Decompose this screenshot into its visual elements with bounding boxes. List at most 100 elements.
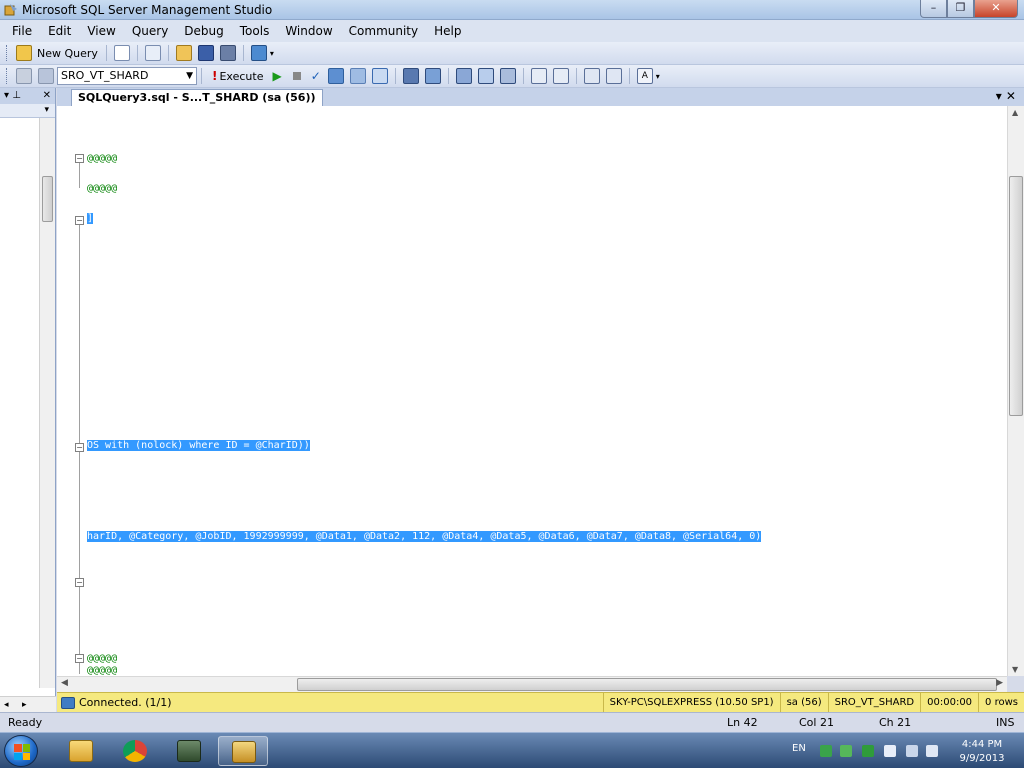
restore-button[interactable]: ❐ [947,0,974,18]
menu-help[interactable]: Help [426,20,469,42]
scrollbar-thumb[interactable] [42,176,53,222]
editor-horizontal-scrollbar[interactable]: ◀ ▶ [57,676,1007,692]
editor-vertical-scrollbar[interactable]: ▲ ▼ [1007,106,1024,676]
folder-icon [69,740,93,762]
status-ready: Ready [8,716,43,729]
specify-template-values-icon[interactable]: A [636,68,653,84]
menu-file[interactable]: File [4,20,40,42]
close-document-icon[interactable]: ▾ ✕ [996,89,1016,103]
close-icon[interactable]: ✕ [43,88,51,104]
results-to-text-icon[interactable] [455,68,472,84]
connect-icon[interactable] [16,68,32,84]
stop-icon[interactable] [292,72,301,80]
new-query-button[interactable]: New Query [37,47,98,60]
fold-collapse-icon[interactable]: − [75,443,84,452]
new-file-icon[interactable] [113,45,130,61]
menu-window[interactable]: Window [277,20,340,42]
connection-status: Connected. (1/1) [79,696,172,709]
current-database: SRO_VT_SHARD [827,693,920,712]
status-column: Col 21 [799,716,834,729]
decrease-indent-icon[interactable] [583,68,600,84]
chevron-down-icon[interactable]: ▾ [44,105,49,115]
uncomment-icon[interactable] [552,68,569,84]
menu-view[interactable]: View [79,20,123,42]
fold-collapse-icon[interactable]: − [75,216,84,225]
security-tray-icon[interactable] [840,745,852,757]
save-icon[interactable] [197,45,214,61]
taskbar-ssms[interactable] [218,736,268,766]
results-file-icon[interactable] [499,68,516,84]
results-to-file-icon[interactable] [371,68,388,84]
volume-icon[interactable] [926,745,938,757]
database-select[interactable]: SRO_VT_SHARD ▼ [57,67,197,85]
close-button[interactable]: ✕ [974,0,1018,18]
parse-check-icon[interactable]: ✓ [311,69,321,83]
fold-collapse-icon[interactable]: − [75,654,84,663]
arrow-down-icon[interactable]: ▼ [1012,665,1018,674]
arrow-left-icon[interactable]: ◂ [4,700,9,710]
query-designer-icon[interactable] [349,68,366,84]
pin-icon[interactable]: ▾ ⊥ [4,90,21,101]
code-line: @@@@@ [87,183,118,194]
flag-tray-icon[interactable] [884,745,896,757]
taskbar-media[interactable] [164,736,214,766]
increase-indent-icon[interactable] [605,68,622,84]
execute-button[interactable]: Execute [219,70,263,83]
fold-collapse-icon[interactable]: − [75,578,84,587]
code-line: @@@@@ [87,665,118,676]
comment-icon[interactable] [530,68,547,84]
app-tray-icon[interactable] [862,745,874,757]
status-bar: Ready Ln 42 Col 21 Ch 21 INS [0,712,1024,732]
toolbar-overflow-icon[interactable]: ▾ [270,49,274,58]
monitor-icon [177,740,201,762]
scrollbar-thumb[interactable] [297,678,997,691]
print-icon[interactable] [219,45,236,61]
row-count: 0 rows [978,693,1024,712]
include-plan-icon[interactable] [402,68,419,84]
activity-monitor-icon[interactable] [250,45,267,61]
change-connection-icon[interactable] [38,68,54,84]
clock-time[interactable]: 4:44 PM [952,739,1012,750]
client-stats-icon[interactable] [424,68,441,84]
scrollbar-thumb[interactable] [1009,176,1023,416]
menu-query[interactable]: Query [124,20,176,42]
query-status-bar: Connected. (1/1) SKY-PC\SQLEXPRESS (10.5… [57,692,1024,712]
taskbar: EN 4:44 PM 9/9/2013 [0,732,1024,768]
taskbar-explorer[interactable] [56,736,106,766]
fold-collapse-icon[interactable]: − [75,154,84,163]
arrow-right-icon[interactable]: ▸ [22,700,27,710]
menu-debug[interactable]: Debug [176,20,231,42]
start-button[interactable] [4,735,38,767]
document-tab-bar: SQLQuery3.sql - S...T_SHARD (sa (56)) ▾ … [57,88,1024,106]
minimize-button[interactable]: – [920,0,947,18]
connected-icon [61,696,75,709]
new-project-icon[interactable] [144,45,161,61]
results-to-grid-icon[interactable] [477,68,494,84]
sql-editor[interactable]: − @@@@@ @@@@@ − ] − OS with (nolock) whe… [57,106,1007,676]
language-indicator[interactable]: EN [792,743,806,754]
taskbar-chrome[interactable] [110,736,160,766]
toolbar-grip[interactable] [6,68,9,84]
panel-vertical-scrollbar[interactable] [39,118,55,688]
user-session: sa (56) [779,693,828,712]
tab-sqlquery3[interactable]: SQLQuery3.sql - S...T_SHARD (sa (56)) [71,89,323,106]
arrow-up-icon[interactable]: ▲ [1012,108,1018,117]
arrow-left-icon[interactable]: ◀ [61,678,68,688]
sql-editor-toolbar: SRO_VT_SHARD ▼ ! Execute ▶ ✓ A ▾ [0,65,1024,88]
network-tray-icon[interactable] [820,745,832,757]
toolbar-overflow-icon[interactable]: ▾ [656,72,660,81]
menu-tools[interactable]: Tools [232,20,278,42]
title-bar: Microsoft SQL Server Management Studio –… [0,0,1024,20]
menu-bar: File Edit View Query Debug Tools Window … [0,20,1024,42]
open-folder-icon[interactable] [175,45,192,61]
toolbar-grip[interactable] [6,45,9,61]
menu-edit[interactable]: Edit [40,20,79,42]
arrow-right-icon[interactable]: ▶ [996,678,1003,688]
clock-date[interactable]: 9/9/2013 [952,753,1012,764]
code-line: @@@@@ [87,153,118,164]
debug-play-icon[interactable]: ▶ [272,69,281,83]
estimated-plan-icon[interactable] [327,68,344,84]
network-connection-icon[interactable] [906,745,918,757]
selected-code: ] [87,213,94,224]
menu-community[interactable]: Community [341,20,426,42]
